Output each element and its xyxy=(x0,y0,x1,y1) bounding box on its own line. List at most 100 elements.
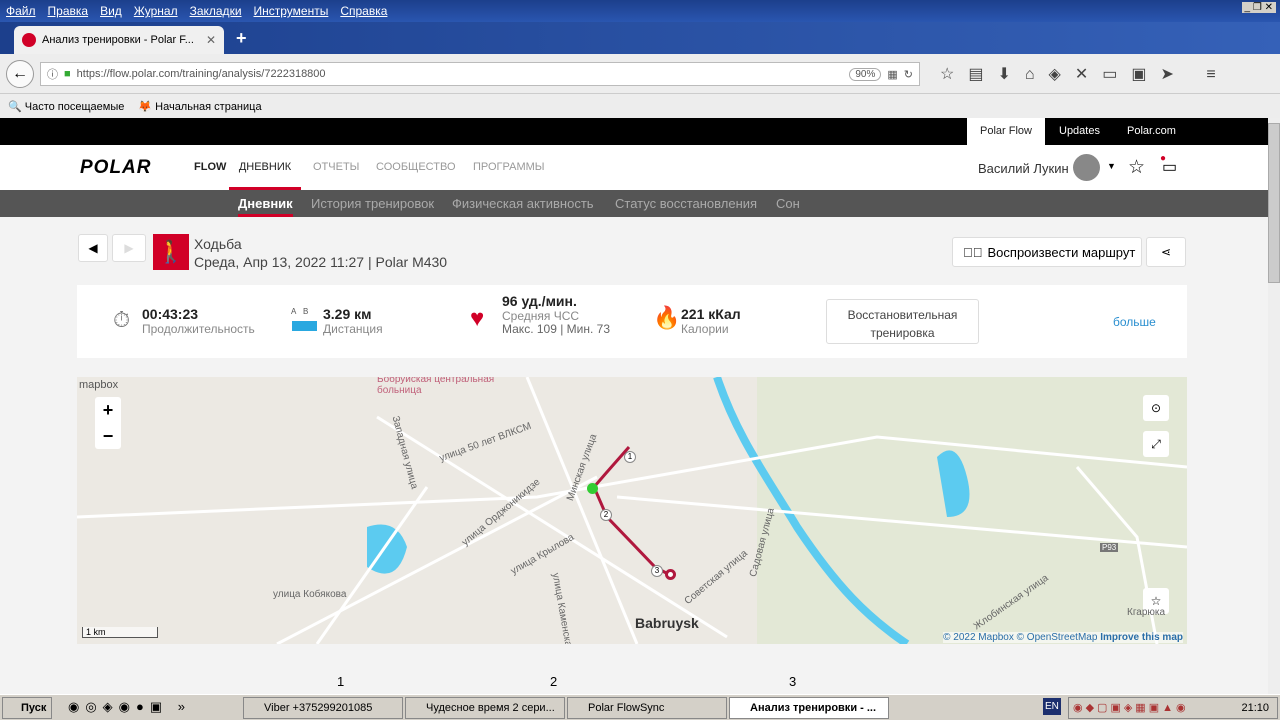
ruler-icon xyxy=(292,321,317,331)
play-icon: ▶⃝ xyxy=(963,244,983,260)
avatar[interactable] xyxy=(1073,154,1100,181)
bookmarks-bar: 🔍 Часто посещаемые 🦊 Начальная страница xyxy=(0,94,1280,118)
link-updates[interactable]: Updates xyxy=(1046,118,1113,145)
map-attribution[interactable]: © 2022 Mapbox © OpenStreetMap Improve th… xyxy=(943,632,1183,643)
info-icon[interactable]: ⓘ xyxy=(47,66,58,82)
km-marker[interactable]: 2 xyxy=(600,509,612,521)
window-controls[interactable]: _ ❐ ✕ xyxy=(1241,2,1276,13)
zoom-in-button[interactable]: + xyxy=(95,397,121,423)
reader-icon[interactable]: ▦ xyxy=(887,68,897,81)
tab-strip: Анализ тренировки - Polar F... ✕ + xyxy=(0,22,1280,54)
menu-help[interactable]: Справка xyxy=(340,4,387,18)
polar-logo[interactable]: POLAR xyxy=(80,157,152,179)
star-icon[interactable]: ☆ xyxy=(1128,156,1145,179)
menu-tools[interactable]: Инструменты xyxy=(254,4,329,18)
nav-reports[interactable]: ОТЧЕТЫ xyxy=(313,145,359,190)
url-bar[interactable]: ⓘ ■ https://flow.polar.com/training/analy… xyxy=(40,62,920,86)
calories-value: 221 кКал xyxy=(681,306,741,322)
new-tab-button[interactable]: + xyxy=(236,28,247,49)
marker-label: 3 xyxy=(789,674,797,689)
sport-name: Ходьба xyxy=(194,236,242,252)
km-marker[interactable]: 3 xyxy=(651,565,663,577)
stats-card: ⏱ 00:43:23 Продолжительность A B 3.29 км… xyxy=(77,285,1187,358)
prev-training-button[interactable]: ◀ xyxy=(78,234,108,262)
close-tab-icon[interactable]: ✕ xyxy=(206,33,216,47)
link-polar-flow[interactable]: Polar Flow xyxy=(967,118,1045,145)
zoom-out-button[interactable]: − xyxy=(95,423,121,449)
subnav-activity[interactable]: Физическая активность xyxy=(452,190,594,217)
link-polar-com[interactable]: Polar.com xyxy=(1114,118,1189,145)
flow-label: FLOW xyxy=(194,161,227,173)
taskbar: Пуск ◉◎◈◉●▣ » Viber +375299201085 Чудесн… xyxy=(0,694,1280,720)
site-header: POLAR FLOW ДНЕВНИК ОТЧЕТЫ СООБЩЕСТВО ПРО… xyxy=(0,145,1268,190)
share-button[interactable]: ⋖ xyxy=(1146,237,1186,267)
city-label: Babruysk xyxy=(635,615,699,631)
subnav-sleep[interactable]: Сон xyxy=(776,190,800,217)
page-scrollbar[interactable] xyxy=(1268,118,1280,694)
start-marker-icon[interactable] xyxy=(587,483,598,494)
finish-marker-icon[interactable] xyxy=(665,569,676,580)
stopwatch-icon: ⏱ xyxy=(113,307,131,332)
mapbox-logo: mapbox xyxy=(79,379,119,391)
fullscreen-icon[interactable]: ⤢ xyxy=(1143,431,1169,457)
browser-tab[interactable]: Анализ тренировки - Polar F... ✕ xyxy=(14,26,224,54)
nav-community[interactable]: СООБЩЕСТВО xyxy=(376,145,456,190)
toolbar-icons[interactable]: ☆▤⬇⌂◈✕▭▣➤ ≡ xyxy=(940,64,1230,84)
taskbar-item-viber[interactable]: Viber +375299201085 xyxy=(243,697,403,719)
replay-route-button[interactable]: ▶⃝ Воспроизвести маршрут xyxy=(952,237,1142,267)
duration-value: 00:43:23 xyxy=(142,306,199,322)
hr-label: Средняя ЧСС xyxy=(502,309,580,323)
chevron-down-icon[interactable]: ▼ xyxy=(1107,161,1116,171)
user-name[interactable]: Василий Лукин xyxy=(978,161,1069,176)
quick-launch-icons[interactable]: ◉◎◈◉●▣ » xyxy=(68,699,191,715)
zoom-controls[interactable]: + − xyxy=(95,397,121,449)
hr-minmax: Макс. 109 | Мин. 73 xyxy=(502,322,611,336)
route-map[interactable]: mapbox + − ⊙ ⤢ ☆ Бобруйская центральная б… xyxy=(77,377,1187,644)
km-marker[interactable]: 1 xyxy=(624,451,636,463)
hr-value: 96 уд./мин. xyxy=(502,293,577,309)
top-links-bar: Polar Flow Updates Polar.com xyxy=(0,118,1268,145)
start-page-bookmark[interactable]: 🦊 Начальная страница xyxy=(138,100,261,113)
menu-file[interactable]: Файл xyxy=(6,4,36,18)
map-label: улица Кобякова xyxy=(273,589,347,600)
language-indicator[interactable]: EN xyxy=(1043,698,1061,715)
reload-icon[interactable]: ↻ xyxy=(904,68,913,81)
polar-favicon-icon xyxy=(22,33,36,47)
next-training-button[interactable]: ▶ xyxy=(112,234,146,262)
tray-icons[interactable]: ◉◆▢▣◈▦▣▲◉ xyxy=(1069,698,1189,718)
nav-diary[interactable]: ДНЕВНИК xyxy=(229,145,301,190)
menu-bar: Файл Правка Вид Журнал Закладки Инструменты Сп… xyxy=(0,0,1280,22)
nav-toolbar: ← ⓘ ■ https://flow.polar.com/training/ana… xyxy=(0,54,1280,94)
menu-history[interactable]: Журнал xyxy=(134,4,178,18)
lock-icon: ■ xyxy=(64,68,71,80)
duration-label: Продолжительность xyxy=(142,322,255,336)
distance-value: 3.29 км xyxy=(323,306,372,322)
marker-label: 1 xyxy=(337,674,345,689)
notifications-icon[interactable]: ▭ ● xyxy=(1160,153,1177,177)
subnav-diary[interactable]: Дневник xyxy=(238,190,293,217)
taskbar-item-firefox[interactable]: Анализ тренировки - ... xyxy=(729,697,889,719)
locate-icon[interactable]: ⊙ xyxy=(1143,395,1169,421)
back-button[interactable]: ← xyxy=(6,60,34,88)
map-label: Кгарюка xyxy=(1127,607,1166,618)
menu-bookmarks[interactable]: Закладки xyxy=(190,4,242,18)
calories-label: Калории xyxy=(681,322,729,336)
taskbar-item-flowsync[interactable]: Polar FlowSync xyxy=(567,697,727,719)
subnav-recovery[interactable]: Статус восстановления xyxy=(615,190,757,217)
zoom-level[interactable]: 90% xyxy=(849,67,882,81)
most-visited-bookmark[interactable]: 🔍 Часто посещаемые xyxy=(8,100,124,113)
url-text: https://flow.polar.com/training/analysis… xyxy=(76,68,326,80)
more-link[interactable]: больше xyxy=(1113,315,1156,329)
tab-title: Анализ тренировки - Polar F... xyxy=(42,34,194,46)
marker-label: 2 xyxy=(550,674,558,689)
nav-programs[interactable]: ПРОГРАММЫ xyxy=(473,145,545,190)
system-tray: ◉◆▢▣◈▦▣▲◉ 21:10 xyxy=(1068,697,1278,719)
flame-icon: 🔥 xyxy=(653,305,681,330)
training-datetime: Среда, Апр 13, 2022 11:27 | Polar M430 xyxy=(194,254,448,270)
menu-edit[interactable]: Правка xyxy=(48,4,89,18)
menu-view[interactable]: Вид xyxy=(100,4,122,18)
start-button[interactable]: Пуск xyxy=(2,697,52,719)
subnav-history[interactable]: История тренировок xyxy=(311,190,434,217)
taskbar-item-opera[interactable]: Чудесное время 2 сери... xyxy=(405,697,565,719)
training-benefit-button[interactable]: Восстановительная тренировка xyxy=(826,299,979,344)
